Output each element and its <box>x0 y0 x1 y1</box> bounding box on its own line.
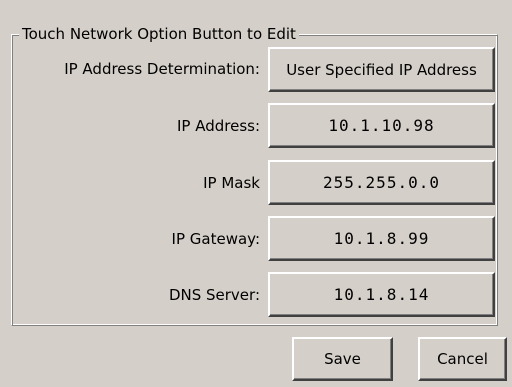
ip-determination-label: IP Address Determination: <box>64 60 260 78</box>
ip-address-value: 10.1.10.98 <box>328 116 435 135</box>
save-button-label: Save <box>324 350 361 368</box>
dns-server-label: DNS Server: <box>168 286 260 304</box>
ip-mask-label: IP Mask <box>203 174 260 192</box>
ip-mask-button[interactable]: 255.255.0.0 <box>268 160 495 205</box>
ip-gateway-value: 10.1.8.99 <box>333 229 430 248</box>
ip-gateway-label: IP Gateway: <box>171 230 260 248</box>
cancel-button-label: Cancel <box>437 350 488 368</box>
ip-determination-button[interactable]: User Specified IP Address <box>268 47 495 92</box>
group-title: Touch Network Option Button to Edit <box>19 24 299 44</box>
ip-determination-value: User Specified IP Address <box>286 60 477 79</box>
ip-address-button[interactable]: 10.1.10.98 <box>268 103 495 148</box>
ip-mask-value: 255.255.0.0 <box>323 173 440 192</box>
save-button[interactable]: Save <box>292 337 393 381</box>
ip-address-label: IP Address: <box>176 117 260 135</box>
dns-server-value: 10.1.8.14 <box>333 285 430 304</box>
cancel-button[interactable]: Cancel <box>418 337 507 381</box>
dns-server-button[interactable]: 10.1.8.14 <box>268 272 495 317</box>
ip-gateway-button[interactable]: 10.1.8.99 <box>268 216 495 261</box>
